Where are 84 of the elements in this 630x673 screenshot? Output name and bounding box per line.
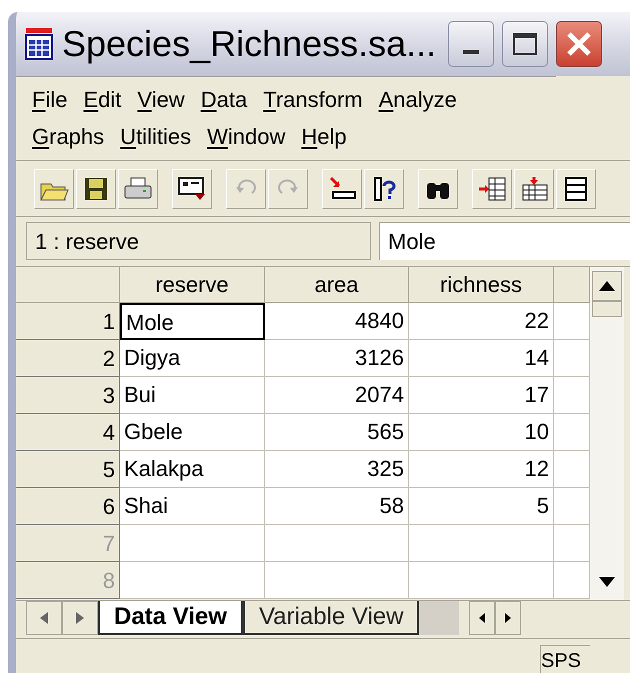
row-header[interactable]: 2 (16, 340, 120, 377)
row-header[interactable]: 3 (16, 377, 120, 414)
table-cell[interactable] (554, 488, 590, 525)
table-cell[interactable]: Digya (120, 340, 265, 377)
row-header[interactable]: 6 (16, 488, 120, 525)
menu-item[interactable]: Transform (255, 81, 371, 118)
table-cell[interactable]: 10 (409, 414, 554, 451)
table-cell[interactable]: 22 (409, 303, 554, 340)
status-bar-panel: SPS (540, 645, 590, 673)
scroll-down-icon[interactable] (599, 577, 615, 587)
table-cell[interactable]: 58 (265, 488, 409, 525)
left-arrow-icon (479, 613, 486, 623)
close-icon (565, 30, 594, 58)
row-header[interactable]: 5 (16, 451, 120, 488)
tab-scroll-left-button[interactable] (26, 601, 62, 635)
table-cell[interactable]: 325 (265, 451, 409, 488)
table-cell[interactable]: Kalakpa (120, 451, 265, 488)
menu-item[interactable]: Graphs (24, 118, 112, 155)
close-button[interactable] (556, 21, 602, 67)
table-cell[interactable]: 17 (409, 377, 554, 414)
insert-case-icon[interactable] (472, 168, 512, 208)
menu-item[interactable]: View (129, 81, 193, 118)
row-header[interactable]: 4 (16, 414, 120, 451)
menu-item[interactable]: Help (293, 118, 355, 155)
dialog-recall-icon[interactable] (172, 168, 212, 208)
tab-scroll-right-button[interactable] (62, 601, 98, 635)
binoculars-icon[interactable] (418, 168, 458, 208)
table-cell[interactable] (554, 562, 590, 599)
right-arrow-icon (76, 612, 84, 624)
column-header[interactable]: reserve (120, 267, 265, 303)
table-cell[interactable]: 4840 (265, 303, 409, 340)
table-cell[interactable] (265, 525, 409, 562)
scroll-left-button[interactable] (469, 601, 496, 635)
table-cell[interactable]: 2074 (265, 377, 409, 414)
table-cell[interactable]: Bui (120, 377, 265, 414)
go-to-case-icon[interactable] (322, 168, 362, 208)
minimize-button[interactable] (448, 21, 494, 67)
scroll-right-button[interactable] (495, 601, 522, 635)
table-cell[interactable] (554, 303, 590, 340)
left-arrow-icon (40, 612, 48, 624)
table-cell[interactable]: 565 (265, 414, 409, 451)
menu-item[interactable]: Data (192, 81, 256, 118)
printer-icon[interactable] (118, 168, 158, 208)
table-cell[interactable]: 14 (409, 340, 554, 377)
table-cell[interactable] (554, 340, 590, 377)
cell-value-field[interactable]: Mole (379, 222, 630, 260)
open-folder-icon[interactable] (34, 168, 74, 208)
sheet-tab[interactable]: Variable View (242, 601, 420, 635)
window-title: Species_Richness.sa... (62, 26, 436, 62)
scroll-thumb[interactable] (592, 301, 622, 317)
table-cell[interactable]: Shai (120, 488, 265, 525)
insert-variable-icon[interactable] (514, 168, 554, 208)
menu-item[interactable]: Edit (75, 81, 130, 118)
menu-item[interactable]: Utilities (112, 118, 200, 155)
table-cell[interactable]: Mole (120, 303, 265, 340)
table-cell[interactable] (120, 562, 265, 599)
table-cell[interactable]: 3126 (265, 340, 409, 377)
variables-help-icon[interactable] (364, 168, 404, 208)
table-cell[interactable] (265, 562, 409, 599)
maximize-button[interactable] (502, 21, 548, 67)
menu-item[interactable]: Window (199, 118, 294, 155)
table-cell[interactable]: Gbele (120, 414, 265, 451)
table-cell[interactable] (409, 525, 554, 562)
data-editor-icon (24, 27, 54, 61)
scroll-up-icon[interactable] (599, 281, 615, 291)
split-file-icon[interactable] (556, 168, 596, 208)
table-cell[interactable]: 5 (409, 488, 554, 525)
right-arrow-icon (505, 613, 512, 623)
menu-item[interactable]: Analyze (370, 81, 465, 118)
cell-location-label: 1 : reserve (26, 222, 371, 260)
table-cell[interactable] (554, 377, 590, 414)
menu-item[interactable]: File (24, 81, 76, 118)
sheet-tab[interactable]: Data View (98, 601, 243, 635)
save-icon[interactable] (76, 168, 116, 208)
table-cell[interactable]: 12 (409, 451, 554, 488)
table-cell[interactable] (554, 451, 590, 488)
table-cell[interactable] (409, 562, 554, 599)
vertical-scrollbar[interactable] (590, 267, 624, 601)
table-cell[interactable] (554, 414, 590, 451)
table-cell[interactable] (554, 525, 590, 562)
table-cell[interactable] (120, 525, 265, 562)
row-header[interactable]: 1 (16, 303, 120, 340)
column-header[interactable]: area (265, 267, 409, 303)
column-header[interactable]: richness (409, 267, 554, 303)
